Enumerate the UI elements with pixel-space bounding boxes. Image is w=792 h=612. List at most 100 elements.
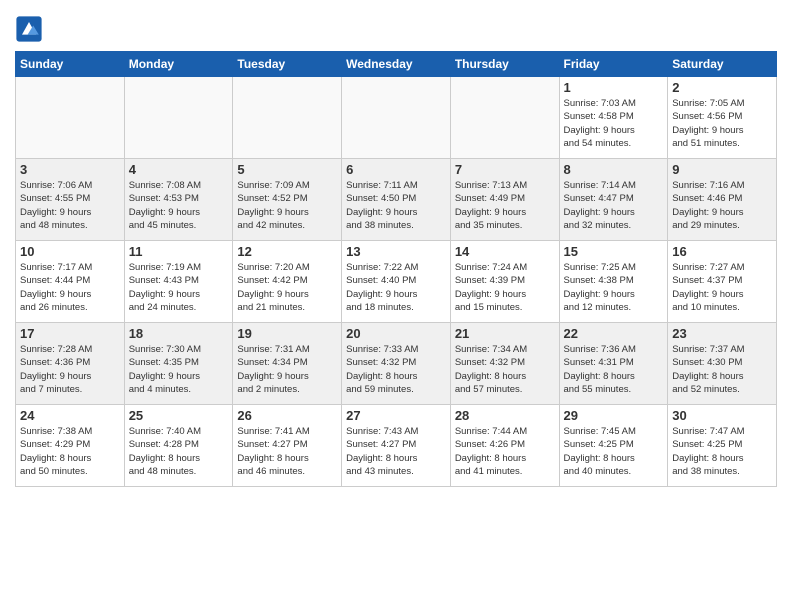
calendar-cell: 10Sunrise: 7:17 AM Sunset: 4:44 PM Dayli… xyxy=(16,241,125,323)
calendar-cell: 25Sunrise: 7:40 AM Sunset: 4:28 PM Dayli… xyxy=(124,405,233,487)
day-info: Sunrise: 7:19 AM Sunset: 4:43 PM Dayligh… xyxy=(129,261,229,314)
calendar-header-cell: Tuesday xyxy=(233,52,342,77)
day-info: Sunrise: 7:33 AM Sunset: 4:32 PM Dayligh… xyxy=(346,343,446,396)
day-number: 12 xyxy=(237,244,337,259)
calendar-cell: 13 Sunrise: 7:22 AM Sunset: 4:40 PM Dayli… xyxy=(342,241,451,323)
day-info: Sunrise: 7:47 AM Sunset: 4:25 PM Dayligh… xyxy=(672,425,772,478)
calendar-cell: 1 Sunrise: 7:03 AM Sunset: 4:58 PM Daylig… xyxy=(559,77,668,159)
calendar-cell xyxy=(233,77,342,159)
day-number: 17 xyxy=(20,326,120,341)
day-info: Sunrise: 7:24 AM Sunset: 4:39 PM Dayligh… xyxy=(455,261,555,314)
calendar-header-cell: Sunday xyxy=(16,52,125,77)
calendar-cell: 20 Sunrise: 7:33 AM Sunset: 4:32 PM Dayli… xyxy=(342,323,451,405)
calendar-cell: 29 Sunrise: 7:45 AM Sunset: 4:25 PM Dayli… xyxy=(559,405,668,487)
page-container: SundayMondayTuesdayWednesdayThursdayFrid… xyxy=(0,0,792,497)
day-info: Sunrise: 7:20 AM Sunset: 4:42 PM Dayligh… xyxy=(237,261,337,314)
calendar-header-cell: Friday xyxy=(559,52,668,77)
calendar-week-row: 24 Sunrise: 7:38 AM Sunset: 4:29 PM Dayli… xyxy=(16,405,777,487)
calendar-week-row: 3 Sunrise: 7:06 AM Sunset: 4:55 PM Daylig… xyxy=(16,159,777,241)
day-info: Sunrise: 7:30 AM Sunset: 4:35 PM Dayligh… xyxy=(129,343,229,396)
calendar-cell: 18 Sunrise: 7:30 AM Sunset: 4:35 PM Dayli… xyxy=(124,323,233,405)
day-number: 24 xyxy=(20,408,120,423)
calendar-cell: 22Sunrise: 7:36 AM Sunset: 4:31 PM Dayli… xyxy=(559,323,668,405)
day-info: Sunrise: 7:13 AM Sunset: 4:49 PM Dayligh… xyxy=(455,179,555,232)
calendar-cell: 12 Sunrise: 7:20 AM Sunset: 4:42 PM Dayli… xyxy=(233,241,342,323)
calendar-header-cell: Monday xyxy=(124,52,233,77)
day-info: Sunrise: 7:34 AM Sunset: 4:32 PM Dayligh… xyxy=(455,343,555,396)
day-info: Sunrise: 7:45 AM Sunset: 4:25 PM Dayligh… xyxy=(564,425,664,478)
day-number: 7 xyxy=(455,162,555,177)
calendar-header-cell: Saturday xyxy=(668,52,777,77)
day-info: Sunrise: 7:44 AM Sunset: 4:26 PM Dayligh… xyxy=(455,425,555,478)
calendar-cell: 28 Sunrise: 7:44 AM Sunset: 4:26 PM Dayli… xyxy=(450,405,559,487)
calendar-cell: 9Sunrise: 7:16 AM Sunset: 4:46 PM Daylig… xyxy=(668,159,777,241)
day-number: 4 xyxy=(129,162,229,177)
header xyxy=(15,10,777,43)
calendar-header-cell: Thursday xyxy=(450,52,559,77)
day-number: 3 xyxy=(20,162,120,177)
day-number: 11 xyxy=(129,244,229,259)
calendar-cell: 23Sunrise: 7:37 AM Sunset: 4:30 PM Dayli… xyxy=(668,323,777,405)
day-info: Sunrise: 7:41 AM Sunset: 4:27 PM Dayligh… xyxy=(237,425,337,478)
calendar-cell: 3 Sunrise: 7:06 AM Sunset: 4:55 PM Daylig… xyxy=(16,159,125,241)
day-info: Sunrise: 7:40 AM Sunset: 4:28 PM Dayligh… xyxy=(129,425,229,478)
day-number: 19 xyxy=(237,326,337,341)
calendar-cell xyxy=(342,77,451,159)
calendar-cell: 15 Sunrise: 7:25 AM Sunset: 4:38 PM Dayli… xyxy=(559,241,668,323)
calendar-cell: 6 Sunrise: 7:11 AM Sunset: 4:50 PM Daylig… xyxy=(342,159,451,241)
day-number: 22 xyxy=(564,326,664,341)
calendar-table: SundayMondayTuesdayWednesdayThursdayFrid… xyxy=(15,51,777,487)
day-info: Sunrise: 7:11 AM Sunset: 4:50 PM Dayligh… xyxy=(346,179,446,232)
day-info: Sunrise: 7:09 AM Sunset: 4:52 PM Dayligh… xyxy=(237,179,337,232)
calendar-cell xyxy=(16,77,125,159)
calendar-header-row: SundayMondayTuesdayWednesdayThursdayFrid… xyxy=(16,52,777,77)
day-number: 2 xyxy=(672,80,772,95)
day-number: 27 xyxy=(346,408,446,423)
day-info: Sunrise: 7:27 AM Sunset: 4:37 PM Dayligh… xyxy=(672,261,772,314)
calendar-cell: 24 Sunrise: 7:38 AM Sunset: 4:29 PM Dayli… xyxy=(16,405,125,487)
day-number: 14 xyxy=(455,244,555,259)
day-number: 6 xyxy=(346,162,446,177)
day-info: Sunrise: 7:38 AM Sunset: 4:29 PM Dayligh… xyxy=(20,425,120,478)
calendar-cell: 27Sunrise: 7:43 AM Sunset: 4:27 PM Dayli… xyxy=(342,405,451,487)
day-number: 23 xyxy=(672,326,772,341)
calendar-cell: 5Sunrise: 7:09 AM Sunset: 4:52 PM Daylig… xyxy=(233,159,342,241)
day-number: 15 xyxy=(564,244,664,259)
day-info: Sunrise: 7:14 AM Sunset: 4:47 PM Dayligh… xyxy=(564,179,664,232)
calendar-cell: 21 Sunrise: 7:34 AM Sunset: 4:32 PM Dayli… xyxy=(450,323,559,405)
calendar-week-row: 1 Sunrise: 7:03 AM Sunset: 4:58 PM Daylig… xyxy=(16,77,777,159)
day-number: 1 xyxy=(564,80,664,95)
day-number: 28 xyxy=(455,408,555,423)
day-number: 21 xyxy=(455,326,555,341)
calendar-cell: 14 Sunrise: 7:24 AM Sunset: 4:39 PM Dayli… xyxy=(450,241,559,323)
day-number: 8 xyxy=(564,162,664,177)
calendar-cell xyxy=(124,77,233,159)
day-info: Sunrise: 7:25 AM Sunset: 4:38 PM Dayligh… xyxy=(564,261,664,314)
calendar-week-row: 10Sunrise: 7:17 AM Sunset: 4:44 PM Dayli… xyxy=(16,241,777,323)
calendar-cell: 7 Sunrise: 7:13 AM Sunset: 4:49 PM Daylig… xyxy=(450,159,559,241)
calendar-body: 1 Sunrise: 7:03 AM Sunset: 4:58 PM Daylig… xyxy=(16,77,777,487)
day-number: 29 xyxy=(564,408,664,423)
day-number: 13 xyxy=(346,244,446,259)
day-info: Sunrise: 7:05 AM Sunset: 4:56 PM Dayligh… xyxy=(672,97,772,150)
calendar-cell: 4 Sunrise: 7:08 AM Sunset: 4:53 PM Daylig… xyxy=(124,159,233,241)
day-number: 18 xyxy=(129,326,229,341)
calendar-cell: 17 Sunrise: 7:28 AM Sunset: 4:36 PM Dayli… xyxy=(16,323,125,405)
calendar-cell: 26 Sunrise: 7:41 AM Sunset: 4:27 PM Dayli… xyxy=(233,405,342,487)
day-number: 10 xyxy=(20,244,120,259)
day-number: 26 xyxy=(237,408,337,423)
day-info: Sunrise: 7:28 AM Sunset: 4:36 PM Dayligh… xyxy=(20,343,120,396)
calendar-cell: 30Sunrise: 7:47 AM Sunset: 4:25 PM Dayli… xyxy=(668,405,777,487)
day-number: 20 xyxy=(346,326,446,341)
day-number: 16 xyxy=(672,244,772,259)
day-info: Sunrise: 7:06 AM Sunset: 4:55 PM Dayligh… xyxy=(20,179,120,232)
day-info: Sunrise: 7:08 AM Sunset: 4:53 PM Dayligh… xyxy=(129,179,229,232)
logo xyxy=(15,15,45,43)
calendar-cell: 19Sunrise: 7:31 AM Sunset: 4:34 PM Dayli… xyxy=(233,323,342,405)
calendar-cell: 8 Sunrise: 7:14 AM Sunset: 4:47 PM Daylig… xyxy=(559,159,668,241)
calendar-cell: 11 Sunrise: 7:19 AM Sunset: 4:43 PM Dayli… xyxy=(124,241,233,323)
day-number: 9 xyxy=(672,162,772,177)
calendar-week-row: 17 Sunrise: 7:28 AM Sunset: 4:36 PM Dayli… xyxy=(16,323,777,405)
day-info: Sunrise: 7:22 AM Sunset: 4:40 PM Dayligh… xyxy=(346,261,446,314)
day-info: Sunrise: 7:03 AM Sunset: 4:58 PM Dayligh… xyxy=(564,97,664,150)
